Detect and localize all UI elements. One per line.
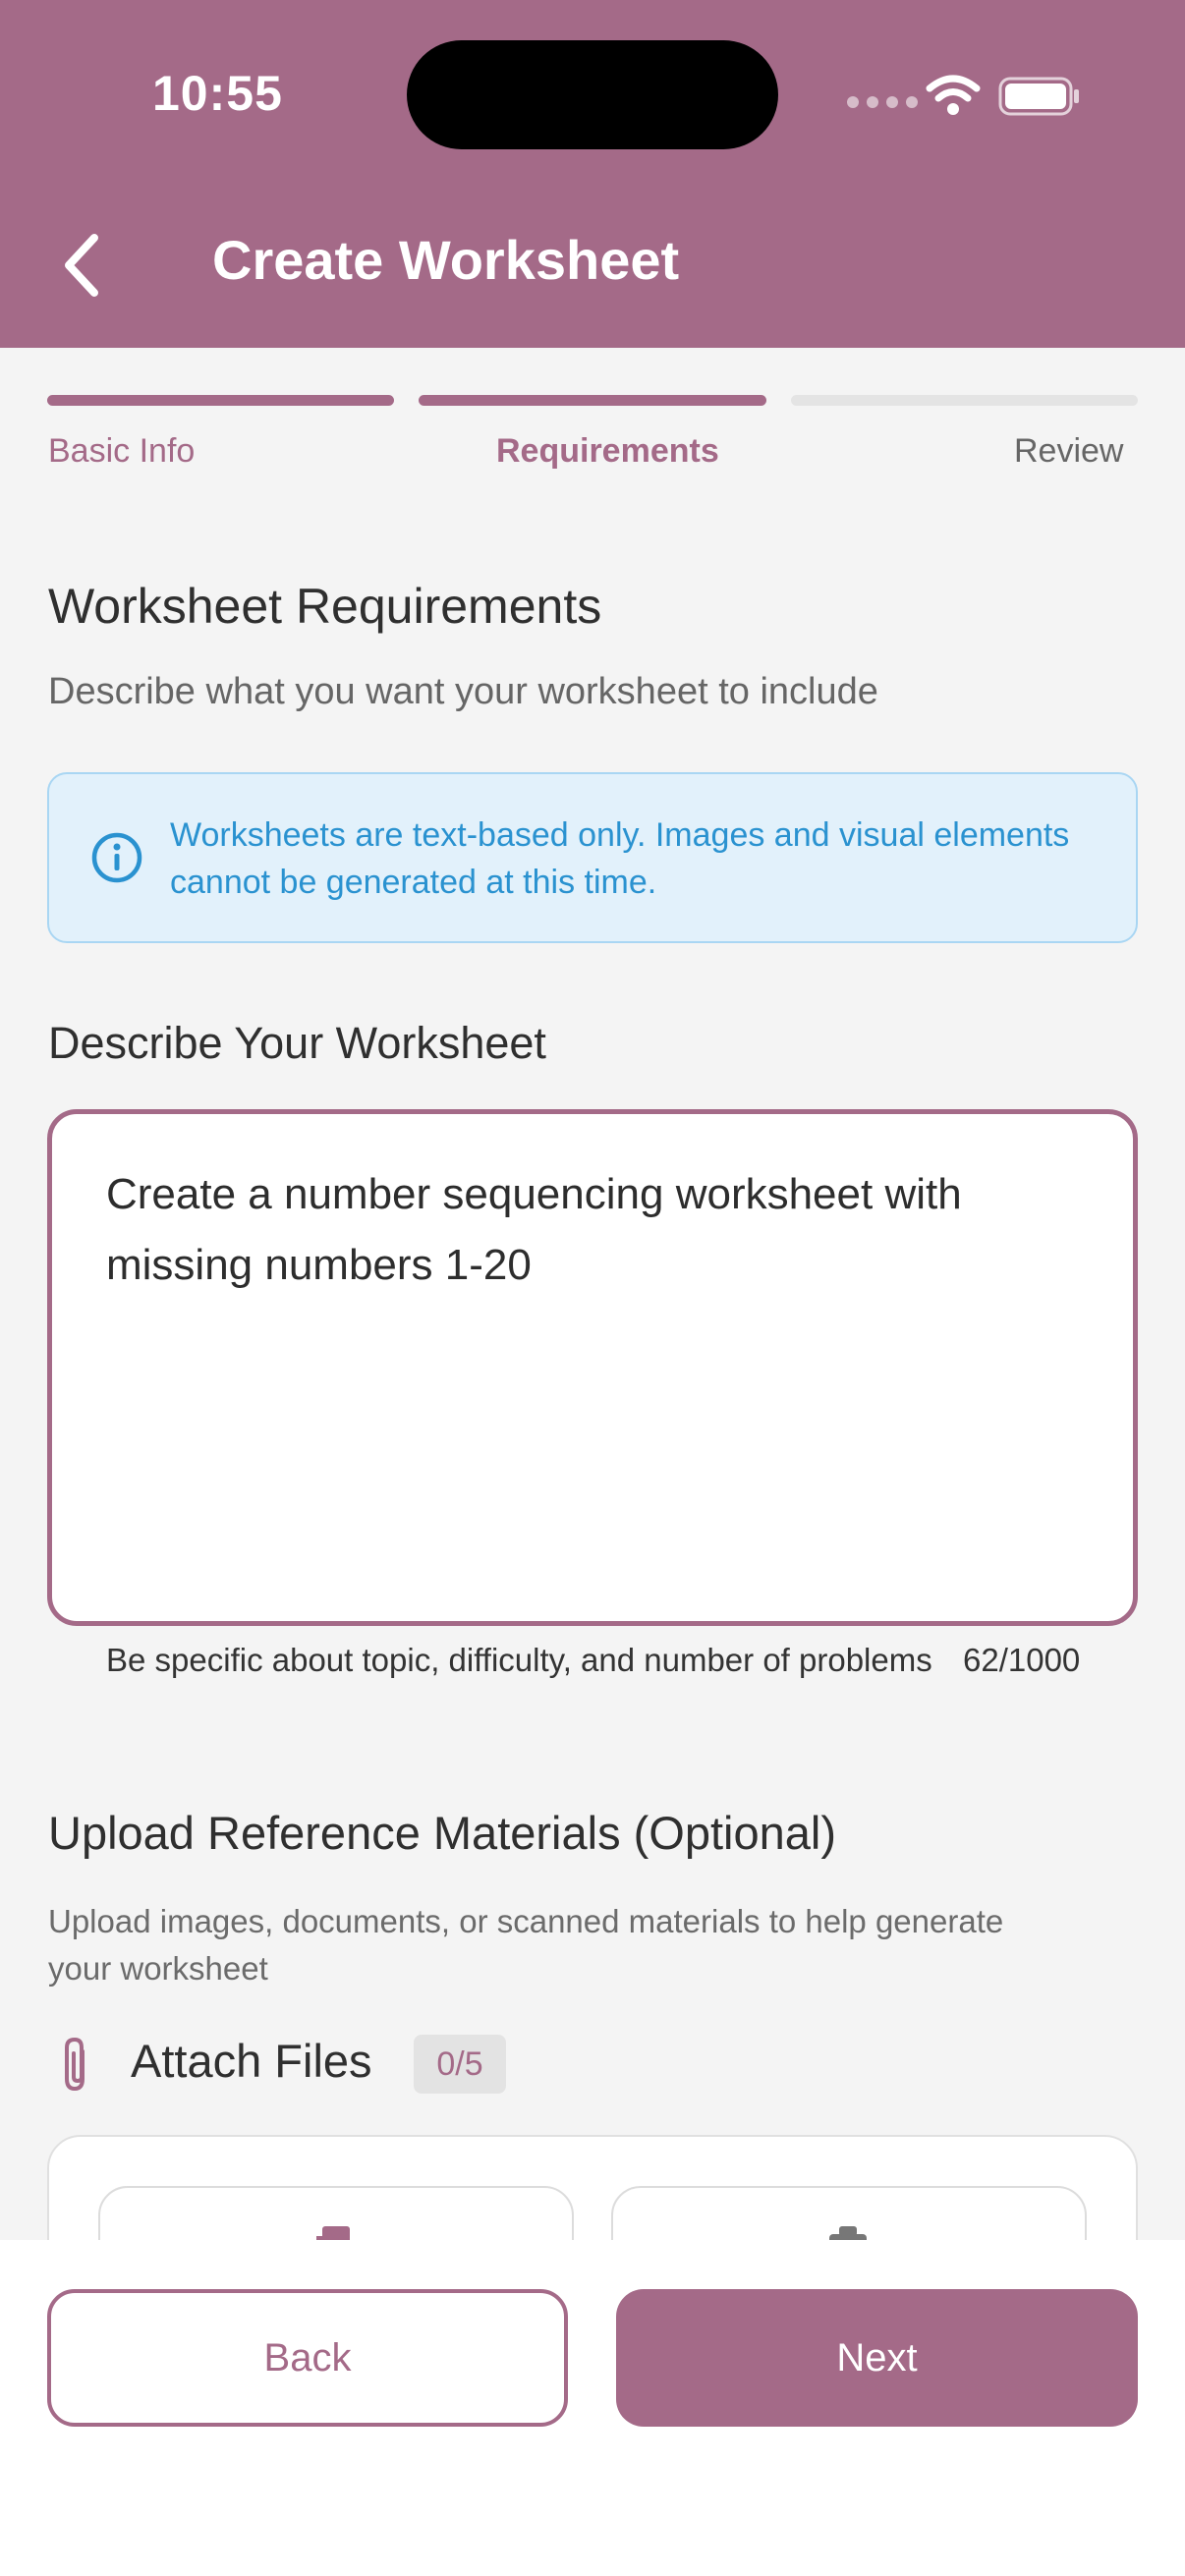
chevron-left-icon[interactable] xyxy=(57,230,106,301)
upload-title: Upload Reference Materials (Optional) xyxy=(48,1807,836,1859)
step-progress-review xyxy=(791,395,1138,406)
battery-icon xyxy=(998,77,1079,116)
attach-files-label: Attach Files xyxy=(131,2035,372,2087)
paperclip-icon xyxy=(65,2037,85,2092)
info-icon xyxy=(91,832,142,883)
step-label-review[interactable]: Review xyxy=(1014,432,1123,471)
character-counter: 62/1000 xyxy=(963,1642,1081,1678)
info-notice: Worksheets are text-based only. Images a… xyxy=(47,772,1138,943)
worksheet-description-input[interactable]: Create a number sequencing worksheet wit… xyxy=(47,1109,1138,1626)
back-button[interactable]: Back xyxy=(47,2289,568,2427)
cellular-signal-icon xyxy=(847,96,918,108)
step-label-requirements[interactable]: Requirements xyxy=(496,432,719,471)
attach-count-badge: 0/5 xyxy=(414,2035,506,2094)
describe-label: Describe Your Worksheet xyxy=(48,1018,546,1068)
step-progress-requirements xyxy=(419,395,766,406)
status-time: 10:55 xyxy=(152,66,283,121)
page-title: Create Worksheet xyxy=(212,229,680,291)
step-label-basic-info[interactable]: Basic Info xyxy=(48,432,195,471)
step-progress-basic-info xyxy=(47,395,394,406)
info-notice-text: Worksheets are text-based only. Images a… xyxy=(170,816,1070,901)
next-button[interactable]: Next xyxy=(616,2289,1138,2427)
description-helper-text: Be specific about topic, difficulty, and… xyxy=(106,1642,932,1678)
section-title: Worksheet Requirements xyxy=(48,579,602,634)
dynamic-island xyxy=(407,40,778,149)
section-subtitle: Describe what you want your worksheet to… xyxy=(48,671,878,712)
upload-subtitle: Upload images, documents, or scanned mat… xyxy=(48,1903,1004,1987)
wifi-icon xyxy=(926,75,981,115)
